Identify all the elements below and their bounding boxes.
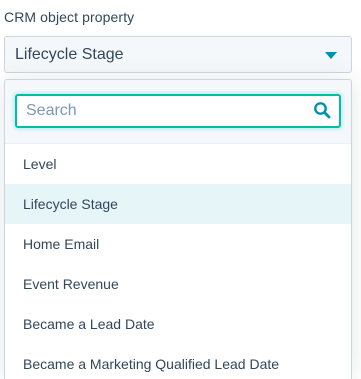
option-item[interactable]: Lifecycle Stage bbox=[5, 184, 351, 224]
crm-property-select[interactable]: Lifecycle Stage bbox=[4, 36, 352, 73]
chevron-down-icon[interactable] bbox=[325, 52, 337, 59]
search-container bbox=[5, 80, 351, 144]
search-icon[interactable] bbox=[313, 101, 331, 119]
option-label: Home Email bbox=[23, 236, 100, 252]
option-label: Became a Lead Date bbox=[23, 316, 155, 332]
option-label: Lifecycle Stage bbox=[23, 196, 118, 212]
option-label: Event Revenue bbox=[23, 276, 119, 292]
option-item[interactable]: Home Email bbox=[5, 224, 351, 264]
property-dropdown-menu: Level Lifecycle Stage Home Email Event R… bbox=[4, 79, 352, 379]
search-input[interactable] bbox=[17, 96, 297, 126]
option-label: Became a Marketing Qualified Lead Date bbox=[23, 356, 280, 372]
search-box[interactable] bbox=[15, 94, 341, 128]
option-item[interactable]: Level bbox=[5, 144, 351, 184]
option-item[interactable]: Event Revenue bbox=[5, 264, 351, 304]
selected-value: Lifecycle Stage bbox=[15, 45, 124, 63]
option-list: Level Lifecycle Stage Home Email Event R… bbox=[5, 144, 351, 379]
option-item[interactable]: Became a Marketing Qualified Lead Date bbox=[5, 344, 351, 379]
option-item[interactable]: Became a Lead Date bbox=[5, 304, 351, 344]
crm-object-property-label: CRM object property bbox=[4, 9, 135, 25]
option-label: Level bbox=[23, 156, 57, 172]
